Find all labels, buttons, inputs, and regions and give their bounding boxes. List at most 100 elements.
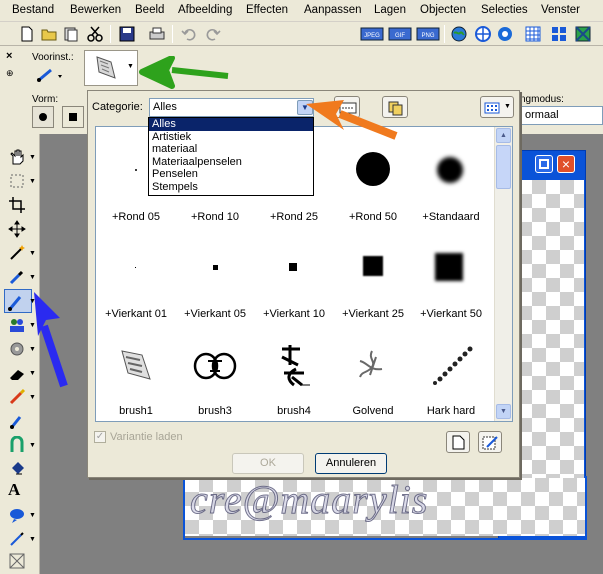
brush-thumbnail[interactable]: [135, 169, 137, 171]
category-option-stempels[interactable]: Stempels: [149, 181, 313, 194]
variant-checkbox[interactable]: ✓: [94, 431, 106, 443]
menu-selecties[interactable]: Selecties: [481, 4, 528, 16]
menu-objecten[interactable]: Objecten: [420, 4, 466, 16]
brush-grid-scrollbar[interactable]: ▲ ▼: [494, 127, 512, 421]
paintbrush-preset-icon[interactable]: [36, 66, 64, 82]
category-option-materiaalpenselen[interactable]: Materiaalpenselen: [149, 156, 313, 169]
category-dropdown-list: Alles Artistiek materiaal Materiaalpense…: [148, 117, 314, 196]
gif-icon[interactable]: GIF: [388, 25, 412, 43]
png-icon[interactable]: PNG: [416, 25, 440, 43]
brush-label: Golvend: [352, 405, 394, 417]
close-x-icon: ×: [561, 156, 571, 172]
eyedropper-icon[interactable]: [8, 268, 26, 286]
brush-label: brush4: [277, 405, 311, 417]
category-label: Categorie:: [92, 101, 143, 113]
brush-tip-preview-button[interactable]: ▼: [84, 50, 138, 86]
menu-venster[interactable]: Venster: [541, 4, 580, 16]
view-options-button[interactable]: ▼: [480, 96, 514, 118]
brush-thumbnail[interactable]: [430, 345, 476, 387]
brush-tip-dropdown-icon[interactable]: ▼: [127, 63, 134, 70]
category-option-artistiek[interactable]: Artistiek: [149, 131, 313, 144]
shape-tool-icon[interactable]: [8, 506, 26, 524]
category-option-materiaal[interactable]: materiaal: [149, 143, 313, 156]
close-icon[interactable]: ×: [6, 50, 12, 62]
warp-tool-icon[interactable]: [8, 552, 26, 570]
selection-icon[interactable]: [8, 172, 26, 190]
menu-aanpassen[interactable]: Aanpassen: [304, 4, 362, 16]
edit-brush-icon: [482, 436, 498, 450]
scroll-thumb[interactable]: [496, 145, 511, 189]
brush-thumbnail[interactable]: [274, 343, 314, 391]
square-shape-button[interactable]: [62, 106, 84, 128]
redo-icon[interactable]: [204, 25, 222, 43]
open-folder-icon[interactable]: [40, 25, 58, 43]
brush-thumbnail[interactable]: [213, 265, 218, 270]
menu-bewerken[interactable]: Bewerken: [70, 4, 121, 16]
orange-arrow-annotation: [306, 100, 398, 140]
brush-label: +Rond 25: [269, 211, 318, 223]
brush-color-icon[interactable]: [8, 388, 26, 406]
grid-icon[interactable]: [524, 25, 542, 43]
globe-icon[interactable]: [450, 25, 468, 43]
brush-thumbnail[interactable]: [354, 347, 390, 385]
category-option-alles[interactable]: Alles: [149, 118, 313, 131]
palette-icon[interactable]: [550, 25, 568, 43]
menu-bestand[interactable]: Bestand: [12, 4, 54, 16]
square-icon: [69, 113, 77, 121]
layers-icon[interactable]: [574, 25, 592, 43]
brush-label: +Vierkant 10: [263, 308, 325, 320]
save-icon[interactable]: [118, 25, 136, 43]
dropper-fill-icon[interactable]: [8, 412, 26, 430]
blend-mode-select[interactable]: ormaal: [520, 106, 603, 125]
brush-label: +Rond 50: [348, 211, 397, 223]
new-file-icon[interactable]: [18, 25, 36, 43]
scissors-icon[interactable]: [86, 25, 104, 43]
text-tool-icon[interactable]: A: [8, 480, 26, 499]
move-icon[interactable]: [8, 220, 26, 238]
scroll-down-icon[interactable]: ▼: [496, 404, 511, 419]
pipe-icon[interactable]: [8, 436, 26, 454]
new-preset-button[interactable]: [446, 431, 470, 453]
magic-wand-icon[interactable]: [8, 244, 26, 262]
ok-button[interactable]: OK: [232, 453, 304, 474]
gear-icon[interactable]: [8, 340, 26, 358]
brush-thumbnail[interactable]: [363, 256, 383, 276]
jpeg-icon[interactable]: JPEG: [360, 25, 384, 43]
brush-thumbnail[interactable]: [116, 345, 156, 385]
browse-icon[interactable]: [62, 25, 80, 43]
pin-icon[interactable]: ⊕: [6, 68, 14, 79]
maximize-icon: [539, 159, 549, 169]
brush-thumbnail[interactable]: [289, 263, 297, 271]
image-map-icon[interactable]: [496, 25, 514, 43]
maximize-button[interactable]: [535, 155, 553, 173]
brush-thumbnail[interactable]: [135, 267, 136, 268]
crop-icon[interactable]: [8, 196, 26, 214]
svg-text:GIF: GIF: [395, 33, 405, 39]
window-close-button[interactable]: ×: [557, 155, 575, 173]
scroll-up-icon[interactable]: ▲: [496, 128, 511, 143]
eraser-icon[interactable]: [8, 364, 26, 382]
brush-label: +Rond 10: [190, 211, 239, 223]
print-icon[interactable]: [148, 25, 166, 43]
brush-thumbnail[interactable]: [356, 152, 390, 186]
brush-thumbnail[interactable]: [437, 157, 463, 183]
fill-bucket-icon[interactable]: [8, 460, 26, 478]
clone-brush-icon[interactable]: [8, 316, 26, 334]
category-select[interactable]: Alles: [149, 98, 314, 117]
round-shape-button[interactable]: [32, 106, 54, 128]
cancel-button[interactable]: Annuleren: [315, 453, 387, 474]
undo-icon[interactable]: [180, 25, 198, 43]
menu-effecten[interactable]: Effecten: [246, 4, 288, 16]
category-option-penselen[interactable]: Penselen: [149, 168, 313, 181]
menu-afbeelding[interactable]: Afbeelding: [178, 4, 232, 16]
view-dropdown-icon: ▼: [504, 103, 511, 110]
brush-thumbnail[interactable]: [435, 253, 463, 281]
brush-label: +Vierkant 01: [105, 308, 167, 320]
edit-preset-button[interactable]: [478, 431, 502, 453]
brush-thumbnail[interactable]: [192, 349, 238, 383]
pan-hand-icon[interactable]: [8, 148, 26, 166]
target-icon[interactable]: [474, 25, 492, 43]
pen-tool-icon[interactable]: [8, 530, 26, 548]
menu-lagen[interactable]: Lagen: [374, 4, 406, 16]
menu-beeld[interactable]: Beeld: [135, 4, 164, 16]
